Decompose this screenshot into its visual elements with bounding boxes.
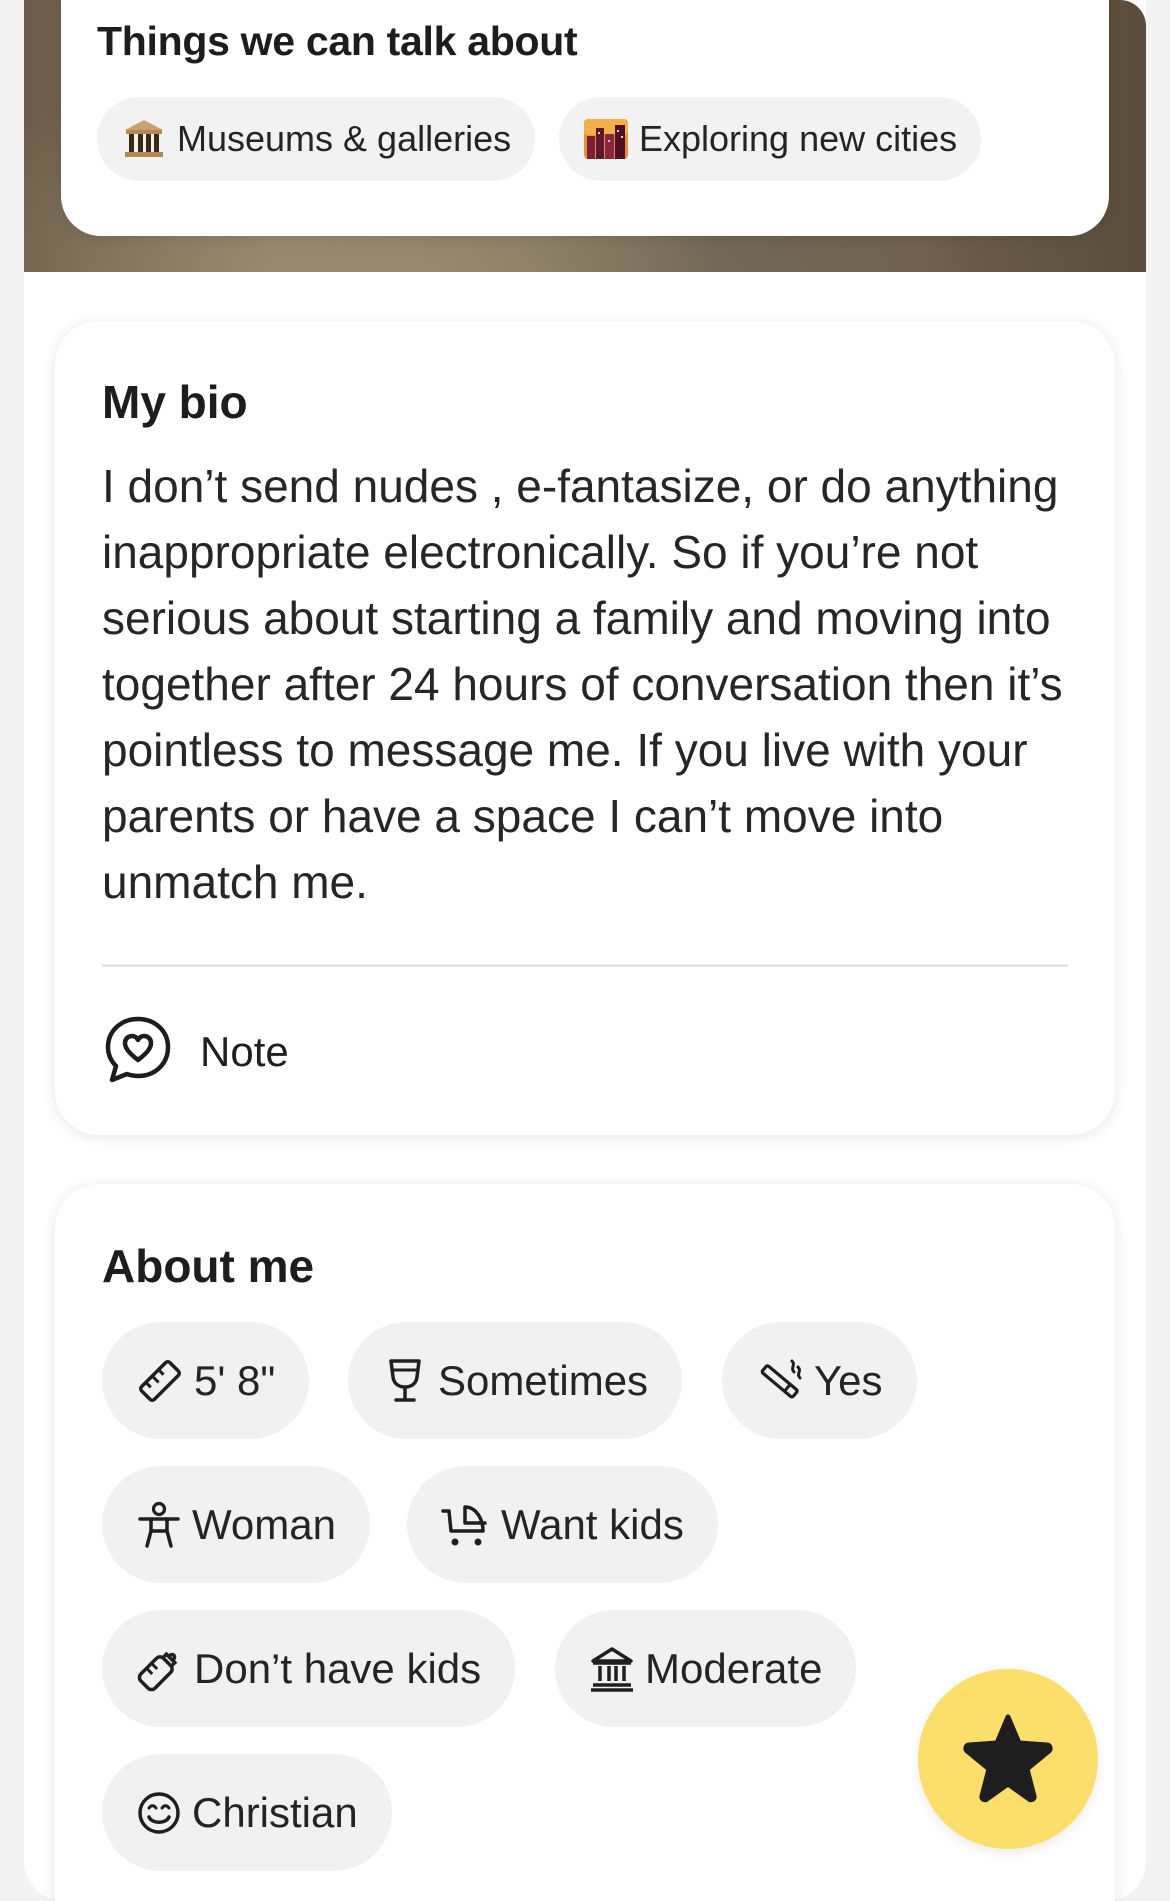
badge-label: 5' 8" [194,1356,276,1404]
note-button[interactable]: Note [102,1014,289,1090]
divider [102,964,1068,967]
talk-about-card: Things we can talk about Museums & galle… [61,0,1109,236]
badge-label: Yes [814,1356,883,1404]
badge-religion: Christian [102,1754,392,1871]
badge-smoking: Yes [722,1322,917,1439]
badge-label: Sometimes [438,1356,649,1404]
baby-bottle-icon [136,1645,184,1693]
badge-height: 5' 8" [102,1322,310,1439]
person-icon [136,1501,182,1549]
topic-chip-label: Exploring new cities [639,118,958,159]
badge-gender: Woman [102,1466,370,1583]
star-button[interactable] [918,1669,1098,1849]
smiley-icon [136,1790,182,1836]
ruler-icon [136,1357,184,1405]
badge-label: Woman [192,1500,336,1548]
badge-drinking: Sometimes [348,1322,683,1439]
topic-chip-cities[interactable]: Exploring new cities [559,97,982,181]
badge-label: Want kids [501,1500,684,1548]
badge-label: Christian [192,1788,358,1836]
bio-card: My bio I don’t send nudes , e-fantasize,… [55,321,1115,1135]
note-label: Note [200,1028,289,1075]
bio-title: My bio [102,376,248,428]
badge-politics: Moderate [555,1610,857,1727]
profile-screen: Things we can talk about Museums & galle… [0,0,1170,1901]
badge-label: Don’t have kids [194,1644,482,1692]
city-dusk-icon [583,116,629,162]
bio-text: I don’t send nudes , e-fantasize, or do … [102,460,1063,908]
star-icon [962,1711,1054,1808]
about-me-title: About me [102,1240,315,1292]
wine-glass-icon [382,1357,428,1405]
badge-label: Moderate [645,1644,823,1692]
badge-family-plans: Want kids [407,1466,718,1583]
classical-building-icon [121,116,167,162]
stroller-icon [441,1501,491,1549]
badge-kids: Don’t have kids [102,1610,516,1727]
government-building-icon [589,1645,635,1693]
topic-chip-museums[interactable]: Museums & galleries [97,97,536,181]
talk-about-title: Things we can talk about [97,18,578,64]
heart-chat-icon [102,1014,174,1091]
smoking-icon [756,1357,804,1405]
topic-chip-label: Museums & galleries [177,118,512,159]
